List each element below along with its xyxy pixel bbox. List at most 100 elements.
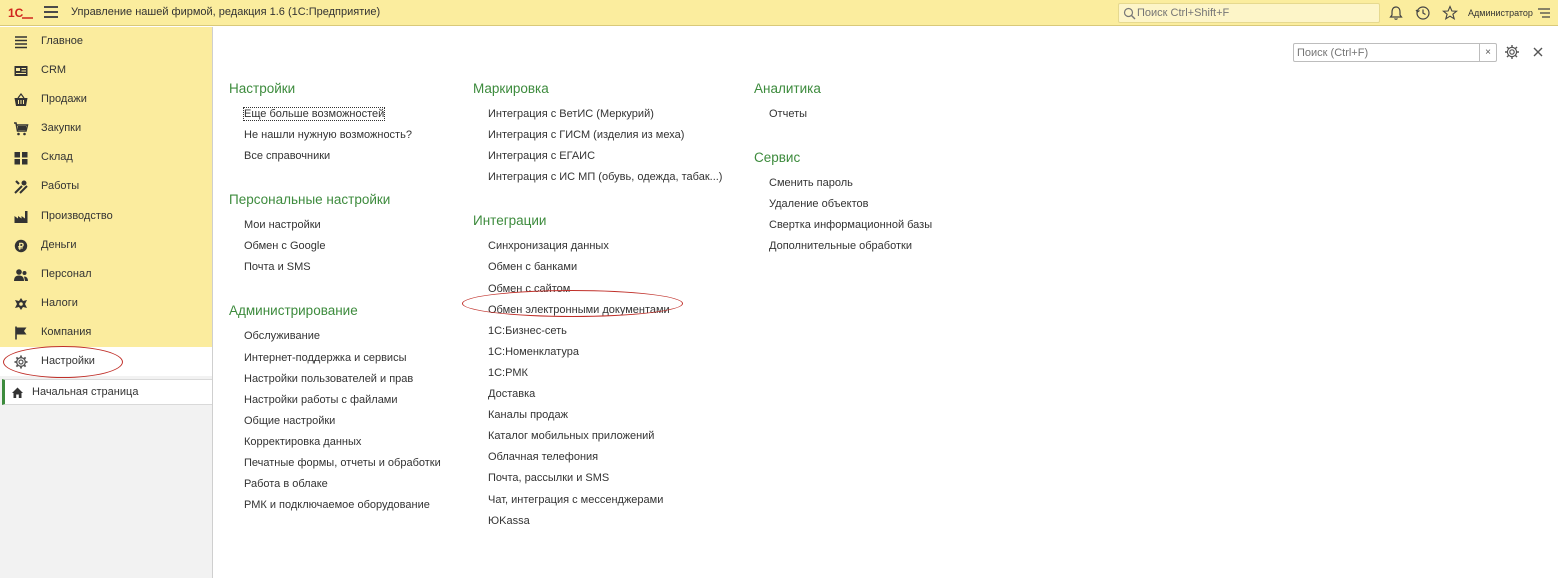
- function-link[interactable]: Удаление объектов: [769, 198, 868, 210]
- section-title: Аналитика: [754, 81, 821, 96]
- sidebar-item-emblem[interactable]: Налоги: [0, 289, 212, 318]
- function-link[interactable]: Обслуживание: [244, 330, 320, 342]
- function-link[interactable]: Настройки пользователей и прав: [244, 373, 413, 385]
- sidebar-item-label: Компания: [41, 326, 92, 338]
- sidebar-item-label: Производство: [41, 210, 113, 222]
- warehouse-icon: [14, 152, 28, 165]
- sidebar-item-label: Деньги: [41, 239, 77, 251]
- sidebar-item-coin[interactable]: ₽ Деньги: [0, 231, 212, 260]
- app-title: Управление нашей фирмой, редакция 1.6 (1…: [71, 6, 381, 18]
- basket-icon: [14, 93, 28, 106]
- function-link[interactable]: 1С:Бизнес-сеть: [488, 325, 567, 337]
- function-link[interactable]: Интеграция с ЕГАИС: [488, 150, 595, 162]
- sidebar-item-people[interactable]: Персонал: [0, 260, 212, 289]
- factory-icon: [14, 211, 28, 223]
- sidebar-item-label: Закупки: [41, 122, 82, 134]
- function-link[interactable]: Корректировка данных: [244, 436, 361, 448]
- function-link[interactable]: Еще больше возможностей: [242, 107, 386, 121]
- sidebar-item-contact-card[interactable]: CRM: [0, 56, 212, 85]
- function-link[interactable]: Печатные формы, отчеты и обработки: [244, 457, 441, 469]
- svg-text:1С: 1С: [8, 6, 24, 20]
- clear-search-button[interactable]: ×: [1479, 44, 1496, 61]
- bell-icon[interactable]: [1388, 5, 1404, 21]
- function-link[interactable]: Не нашли нужную возможность?: [244, 129, 412, 141]
- coin-icon: ₽: [14, 239, 28, 253]
- section-search[interactable]: ×: [1293, 43, 1497, 62]
- section-title: Сервис: [754, 150, 801, 165]
- section-title: Интеграции: [473, 213, 547, 229]
- function-link[interactable]: 1С:Номенклатура: [488, 346, 579, 358]
- function-link[interactable]: Обмен электронными документами: [488, 304, 670, 316]
- global-search[interactable]: [1118, 3, 1380, 23]
- function-link[interactable]: Обмен с банками: [488, 261, 577, 273]
- section-title: Настройки: [229, 81, 296, 96]
- sidebar-item-gear[interactable]: Настройки: [0, 347, 212, 376]
- section-search-input[interactable]: [1297, 45, 1477, 60]
- function-link[interactable]: Интеграция с ИС МП (обувь, одежда, табак…: [488, 171, 722, 183]
- function-link[interactable]: 1С:РМК: [488, 367, 528, 379]
- function-link[interactable]: Каналы продаж: [488, 409, 568, 421]
- main-menu-icon[interactable]: [44, 6, 58, 20]
- section-title: Маркировка: [473, 81, 549, 96]
- settings-menu-icon[interactable]: [1536, 5, 1552, 21]
- function-link[interactable]: Интеграция с ВетИС (Меркурий): [488, 108, 654, 120]
- global-search-input[interactable]: [1137, 5, 1375, 21]
- list-icon: [15, 36, 27, 49]
- 1c-logo-icon[interactable]: 1С: [8, 5, 34, 21]
- function-link[interactable]: РМК и подключаемое оборудование: [244, 499, 430, 511]
- emblem-icon: [15, 298, 27, 310]
- sidebar: Главное CRM Продажи Закупки Склад Работы Произ…: [0, 27, 213, 578]
- function-link[interactable]: Отчеты: [769, 108, 807, 120]
- gear-icon[interactable]: [1504, 44, 1520, 60]
- function-link[interactable]: ЮKassa: [488, 515, 530, 527]
- history-icon[interactable]: [1415, 5, 1431, 21]
- function-link[interactable]: Чат, интеграция с мессенджерами: [488, 494, 663, 506]
- sidebar-item-label: Персонал: [41, 268, 92, 280]
- function-link[interactable]: Облачная телефония: [488, 451, 598, 463]
- people-icon: [14, 269, 28, 281]
- sidebar-item-list[interactable]: Главное: [0, 27, 212, 56]
- function-link[interactable]: Обмен с сайтом: [488, 283, 570, 295]
- sidebar-item-tools[interactable]: Работы: [0, 172, 212, 201]
- cart-icon: [14, 122, 29, 136]
- sidebar-item-cart[interactable]: Закупки: [0, 114, 212, 143]
- function-link[interactable]: Настройки работы с файлами: [244, 394, 398, 406]
- home-page-label: Начальная страница: [32, 386, 139, 398]
- search-icon: [1123, 7, 1136, 20]
- sidebar-item-label: Продажи: [41, 93, 87, 105]
- sidebar-item-basket[interactable]: Продажи: [0, 85, 212, 114]
- function-link[interactable]: Сменить пароль: [769, 177, 853, 189]
- contact-card-icon: [14, 66, 28, 76]
- top-bar: 1С Управление нашей фирмой, редакция 1.6…: [0, 0, 1558, 26]
- function-link[interactable]: Общие настройки: [244, 415, 335, 427]
- function-link[interactable]: Интернет-поддержка и сервисы: [244, 352, 406, 364]
- function-link[interactable]: Каталог мобильных приложений: [488, 430, 654, 442]
- function-link[interactable]: Почта, рассылки и SMS: [488, 472, 609, 484]
- svg-text:₽: ₽: [18, 242, 24, 252]
- sidebar-item-label: Склад: [41, 151, 73, 163]
- function-link[interactable]: Интеграция с ГИСМ (изделия из меха): [488, 129, 684, 141]
- sidebar-item-label: Работы: [41, 180, 80, 192]
- function-link[interactable]: Мои настройки: [244, 219, 321, 231]
- current-user[interactable]: Администратор: [1468, 8, 1533, 18]
- function-link[interactable]: Синхронизация данных: [488, 240, 609, 252]
- home-icon: [12, 387, 23, 398]
- sidebar-home-page[interactable]: Начальная страница: [2, 379, 212, 405]
- close-icon[interactable]: [1531, 45, 1545, 59]
- sidebar-item-label: Налоги: [41, 297, 78, 309]
- function-link[interactable]: Дополнительные обработки: [769, 240, 912, 252]
- function-link[interactable]: Доставка: [488, 388, 535, 400]
- sidebar-item-flag[interactable]: Компания: [0, 318, 212, 347]
- function-link[interactable]: Работа в облаке: [244, 478, 328, 490]
- star-icon[interactable]: [1442, 5, 1458, 21]
- function-link[interactable]: Обмен с Google: [244, 240, 325, 252]
- sidebar-item-label: Настройки: [41, 355, 95, 367]
- sidebar-item-factory[interactable]: Производство: [0, 202, 212, 231]
- tools-icon: [14, 180, 28, 194]
- sidebar-item-warehouse[interactable]: Склад: [0, 143, 212, 172]
- flag-icon: [15, 326, 27, 340]
- function-link[interactable]: Почта и SMS: [244, 261, 311, 273]
- sidebar-item-label: CRM: [41, 64, 67, 76]
- function-link[interactable]: Все справочники: [244, 150, 330, 162]
- function-link[interactable]: Свертка информационной базы: [769, 219, 932, 231]
